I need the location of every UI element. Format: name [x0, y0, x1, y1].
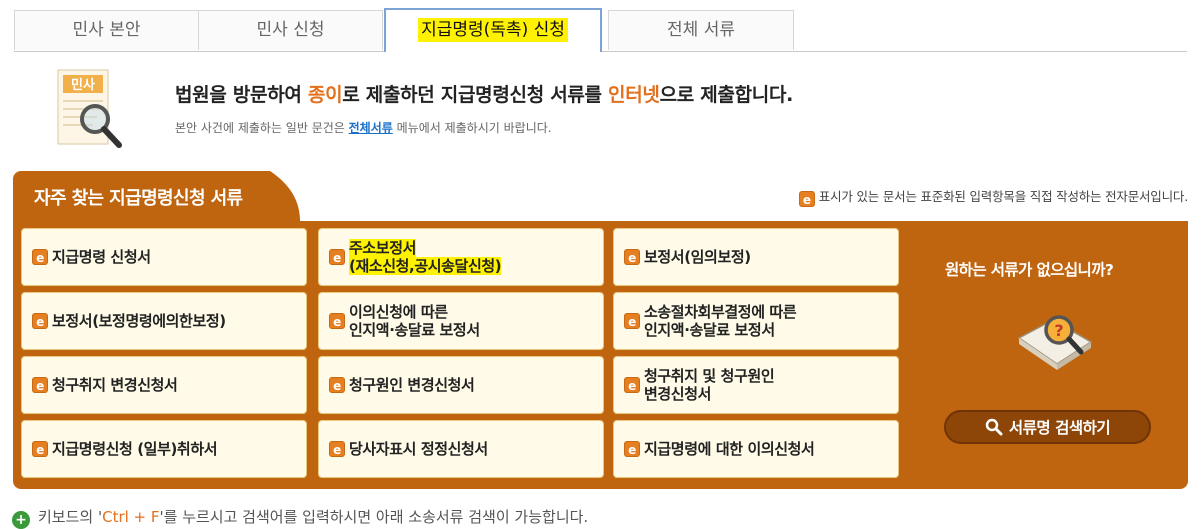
- tip-shortcut: Ctrl + F: [102, 508, 160, 526]
- doc-address-correction[interactable]: e 주소보정서 (재소신청,공시송달신청): [318, 228, 604, 286]
- electronic-doc-note: e 표시가 있는 문서는 표준화된 입력항목을 직접 작성하는 전자문서입니다.: [798, 186, 1188, 207]
- e-doc-icon: e: [329, 441, 345, 457]
- doc-stamp-fee-correction-referral[interactable]: e 소송절차회부결정에 따른 인지액·송달료 보정서: [613, 292, 899, 350]
- search-icon: [985, 418, 1003, 436]
- doc-label: 청구원인 변경신청서: [349, 376, 475, 394]
- civil-icon-text: 민사: [71, 77, 95, 93]
- doc-correction-by-order[interactable]: e 보정서(보정명령에의한보정): [21, 292, 307, 350]
- tab-civil-main[interactable]: 민사 본안: [14, 10, 199, 50]
- doc-label: 청구취지 및 청구원인 변경신청서: [644, 367, 775, 403]
- e-doc-icon: e: [32, 377, 48, 393]
- doc-label: 보정서(임의보정): [644, 248, 751, 266]
- e-doc-icon: e: [32, 249, 48, 265]
- intro-sub-pre: 본안 사건에 제출하는 일반 문건은: [175, 121, 349, 135]
- doc-payment-order-objection[interactable]: e 지급명령에 대한 이의신청서: [613, 420, 899, 478]
- intro-title-internet: 인터넷: [608, 84, 660, 106]
- panel-title: 자주 찾는 지급명령신청 서류: [34, 188, 243, 209]
- doc-label: 당사자표시 정정신청서: [349, 440, 488, 458]
- e-doc-icon: e: [32, 313, 48, 329]
- civil-document-magnifier-icon: 민사: [57, 69, 122, 148]
- tip-post: '를 누르시고 검색어를 입력하시면 아래 소송서류 검색이 가능합니다.: [159, 508, 589, 526]
- doc-payment-order-application[interactable]: e 지급명령 신청서: [21, 228, 307, 286]
- intro-title-paper: 종이: [307, 84, 343, 106]
- doc-payment-order-withdrawal[interactable]: e 지급명령신청 (일부)취하서: [21, 420, 307, 478]
- doc-label: 지급명령신청 (일부)취하서: [52, 440, 218, 458]
- doc-claim-cause-change[interactable]: e 청구원인 변경신청서: [318, 356, 604, 414]
- tab-payment-order-label: 지급명령(독촉) 신청: [418, 18, 568, 42]
- intro-title-post: 으로 제출합니다.: [659, 84, 794, 106]
- search-document-label: 서류명 검색하기: [1008, 419, 1111, 437]
- e-doc-icon: e: [798, 191, 815, 207]
- panel-header-tab-edge: [270, 171, 310, 221]
- tab-bar: 민사 본안 민사 신청 지급명령(독촉) 신청 전체 서류: [14, 8, 794, 52]
- all-documents-link[interactable]: 전체서류: [349, 121, 393, 135]
- doc-claim-purpose-change[interactable]: e 청구취지 변경신청서: [21, 356, 307, 414]
- e-doc-icon: e: [624, 377, 640, 393]
- e-doc-icon: e: [32, 441, 48, 457]
- doc-claim-purpose-and-cause-change[interactable]: e 청구취지 및 청구원인 변경신청서: [613, 356, 899, 414]
- e-doc-icon: e: [624, 441, 640, 457]
- tab-all-documents[interactable]: 전체 서류: [608, 10, 794, 50]
- doc-label: 지급명령에 대한 이의신청서: [644, 440, 815, 458]
- intro-title: 법원을 방문하여 종이로 제출하던 지급명령신청 서류를 인터넷으로 제출합니다…: [175, 80, 793, 107]
- keyboard-search-tip: + 키보드의 'Ctrl + F'를 누르시고 검색어를 입력하시면 아래 소송서…: [12, 506, 588, 529]
- missing-document-title: 원하는 서류가 없으십니까?: [945, 261, 1114, 279]
- e-doc-icon: e: [329, 313, 345, 329]
- doc-label: 청구취지 변경신청서: [52, 376, 178, 394]
- doc-label: 이의신청에 따른 인지액·송달료 보정서: [349, 303, 480, 339]
- search-document-button[interactable]: 서류명 검색하기: [944, 410, 1151, 444]
- doc-label: 지급명령 신청서: [52, 248, 151, 266]
- intro-sub-post: 메뉴에서 제출하시기 바랍니다.: [392, 121, 552, 135]
- document-question-magnifier-icon: ?: [1017, 315, 1093, 370]
- intro-title-pre: 법원을 방문하여: [175, 84, 308, 106]
- tip-pre: 키보드의 ': [38, 508, 103, 526]
- e-doc-icon: e: [624, 249, 640, 265]
- plus-icon: +: [12, 511, 30, 529]
- doc-label: 주소보정서 (재소신청,공시송달신청): [349, 239, 502, 275]
- doc-stamp-fee-correction-objection[interactable]: e 이의신청에 따른 인지액·송달료 보정서: [318, 292, 604, 350]
- doc-label: 소송절차회부결정에 따른 인지액·송달료 보정서: [644, 303, 797, 339]
- e-doc-icon: e: [329, 377, 345, 393]
- e-doc-icon: e: [624, 313, 640, 329]
- tab-payment-order[interactable]: 지급명령(독촉) 신청: [384, 8, 602, 52]
- doc-party-name-correction[interactable]: e 당사자표시 정정신청서: [318, 420, 604, 478]
- intro-subtitle: 본안 사건에 제출하는 일반 문건은 전체서류 메뉴에서 제출하시기 바랍니다.: [175, 119, 552, 136]
- doc-correction-voluntary[interactable]: e 보정서(임의보정): [613, 228, 899, 286]
- tab-civil-application[interactable]: 민사 신청: [198, 10, 383, 50]
- doc-label: 보정서(보정명령에의한보정): [52, 312, 226, 330]
- intro-title-mid: 로 제출하던 지급명령신청 서류를: [342, 84, 609, 106]
- electronic-doc-note-text: 표시가 있는 문서는 표준화된 입력항목을 직접 작성하는 전자문서입니다.: [818, 189, 1188, 204]
- e-doc-icon: e: [329, 249, 345, 265]
- svg-text:?: ?: [1054, 321, 1063, 340]
